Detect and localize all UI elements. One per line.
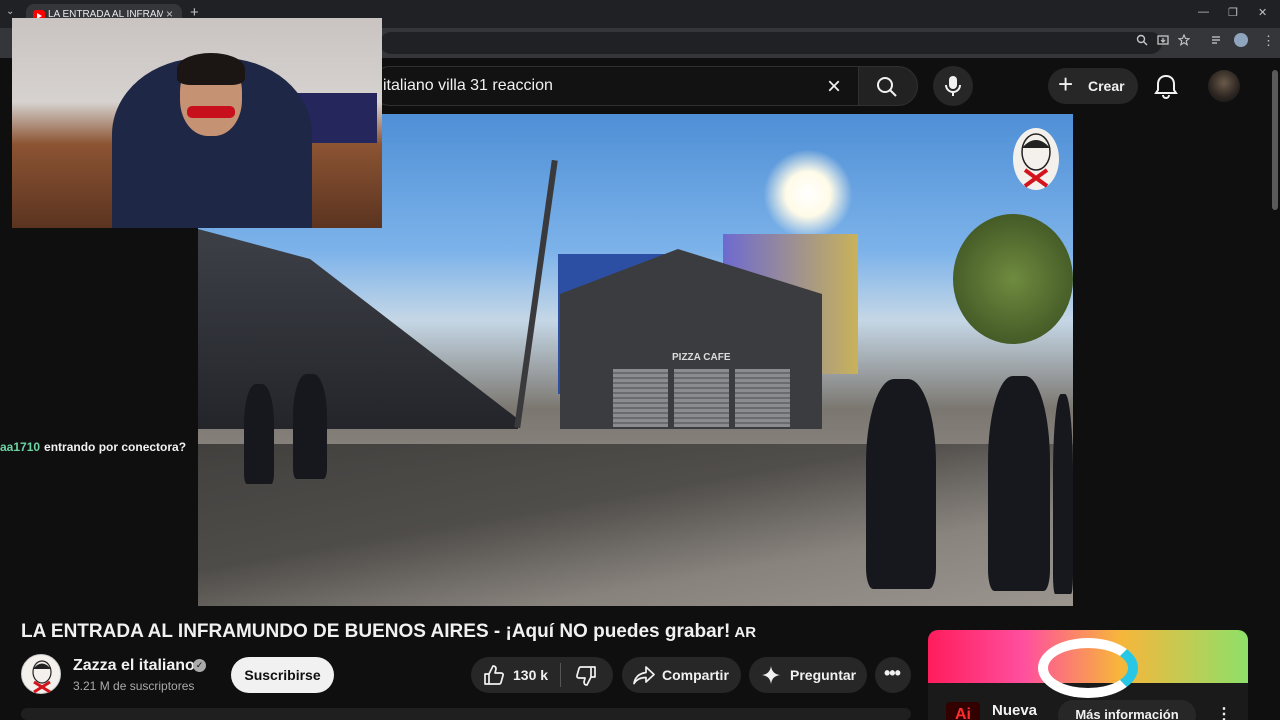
like-dislike-bar: 130 k xyxy=(471,657,613,693)
create-label: Crear xyxy=(1088,78,1125,94)
channel-watermark-logo[interactable] xyxy=(1013,128,1059,190)
ad-brand-logo: Ai xyxy=(946,702,980,720)
channel-logo-icon xyxy=(1021,133,1051,188)
video-scene-shutter xyxy=(674,369,729,427)
subscribe-button[interactable]: Suscribirse xyxy=(231,657,334,693)
ask-button[interactable]: Preguntar xyxy=(749,657,867,693)
minimize-icon[interactable]: — xyxy=(1198,6,1209,18)
video-scene-sun xyxy=(763,149,853,239)
webcam-overlay xyxy=(12,18,382,228)
video-scene-pedestrian xyxy=(244,384,274,484)
bookmark-star-icon[interactable] xyxy=(1178,34,1190,46)
webcam-streamer-hair xyxy=(177,53,245,85)
channel-avatar[interactable] xyxy=(21,654,61,694)
voice-search-button[interactable] xyxy=(933,66,973,106)
zoom-icon[interactable] xyxy=(1136,34,1148,46)
browser-menu-icon[interactable]: ⋮ xyxy=(1262,33,1275,49)
media-queue-icon[interactable] xyxy=(1211,34,1223,46)
sponsored-ad-card[interactable]: Ai Nueva Más información ⋮ xyxy=(928,630,1248,720)
create-button[interactable]: + Crear xyxy=(1048,68,1138,104)
video-scene-pedestrian xyxy=(988,376,1050,591)
ask-label: Preguntar xyxy=(790,667,857,683)
notifications-bell-icon[interactable] xyxy=(1152,72,1180,100)
account-avatar[interactable] xyxy=(1208,70,1240,102)
dislike-icon[interactable] xyxy=(575,666,597,686)
channel-avatar-icon xyxy=(32,660,52,694)
restore-icon[interactable]: ❐ xyxy=(1228,6,1238,19)
webcam-red-glasses xyxy=(187,106,235,118)
ad-banner-image[interactable] xyxy=(928,630,1248,698)
share-button[interactable]: Compartir xyxy=(622,657,741,693)
like-icon[interactable] xyxy=(483,665,505,685)
video-scene-tree xyxy=(953,214,1073,344)
divider xyxy=(560,663,561,687)
chat-text: entrando por conectora? xyxy=(44,440,187,454)
video-title: LA ENTRADA AL INFRAMUNDO DE BUENOS AIRES… xyxy=(21,621,756,643)
chat-username: aa1710 xyxy=(0,440,41,454)
like-count: 130 k xyxy=(513,667,549,683)
subscriber-count: 3.21 M de suscriptores xyxy=(73,679,195,693)
pizza-cafe-sign: PIZZA CAFE xyxy=(672,352,731,363)
plus-icon: + xyxy=(1058,69,1074,99)
share-icon xyxy=(633,666,655,685)
search-icon xyxy=(877,77,897,97)
sparkle-icon xyxy=(762,666,780,684)
more-icon: ••• xyxy=(884,663,901,683)
clear-search-icon[interactable]: × xyxy=(827,73,841,101)
ad-headline: Nueva xyxy=(992,702,1038,719)
video-scene-street xyxy=(198,444,1073,606)
chat-message: aa1710 entrando por conectora? xyxy=(0,440,186,454)
video-scene-pedestrian xyxy=(866,379,936,589)
address-bar[interactable] xyxy=(380,32,1162,54)
ad-menu-icon[interactable]: ⋮ xyxy=(1216,704,1232,720)
share-label: Compartir xyxy=(662,667,729,683)
search-input[interactable]: italiano villa 31 reaccion × xyxy=(370,66,858,106)
video-scene-utility-pole xyxy=(514,159,558,429)
microphone-icon xyxy=(945,76,961,96)
video-scene-shutter xyxy=(735,369,790,427)
ad-more-info-button[interactable]: Más información xyxy=(1058,700,1196,720)
channel-name[interactable]: Zazza el italiano xyxy=(73,657,195,675)
video-scene-pedestrian xyxy=(293,374,327,479)
profile-avatar[interactable] xyxy=(1234,33,1248,47)
video-scene-shutter xyxy=(613,369,668,427)
video-scene-pedestrian xyxy=(1053,394,1073,594)
search-query-text: italiano villa 31 reaccion xyxy=(383,77,553,94)
description-box-top[interactable] xyxy=(21,708,911,720)
tab-search-icon[interactable]: ⌄ xyxy=(6,6,14,17)
country-badge: AR xyxy=(734,624,757,641)
search-button[interactable] xyxy=(858,66,918,106)
video-title-text: LA ENTRADA AL INFRAMUNDO DE BUENOS AIRES… xyxy=(21,621,731,642)
install-app-icon[interactable] xyxy=(1157,34,1169,46)
ad-banner-swirl xyxy=(1038,638,1138,698)
window-close-icon[interactable]: ✕ xyxy=(1258,6,1267,19)
verified-icon: ✓ xyxy=(193,659,206,672)
more-actions-button[interactable]: ••• xyxy=(875,657,911,693)
page-scrollbar[interactable] xyxy=(1272,70,1278,210)
